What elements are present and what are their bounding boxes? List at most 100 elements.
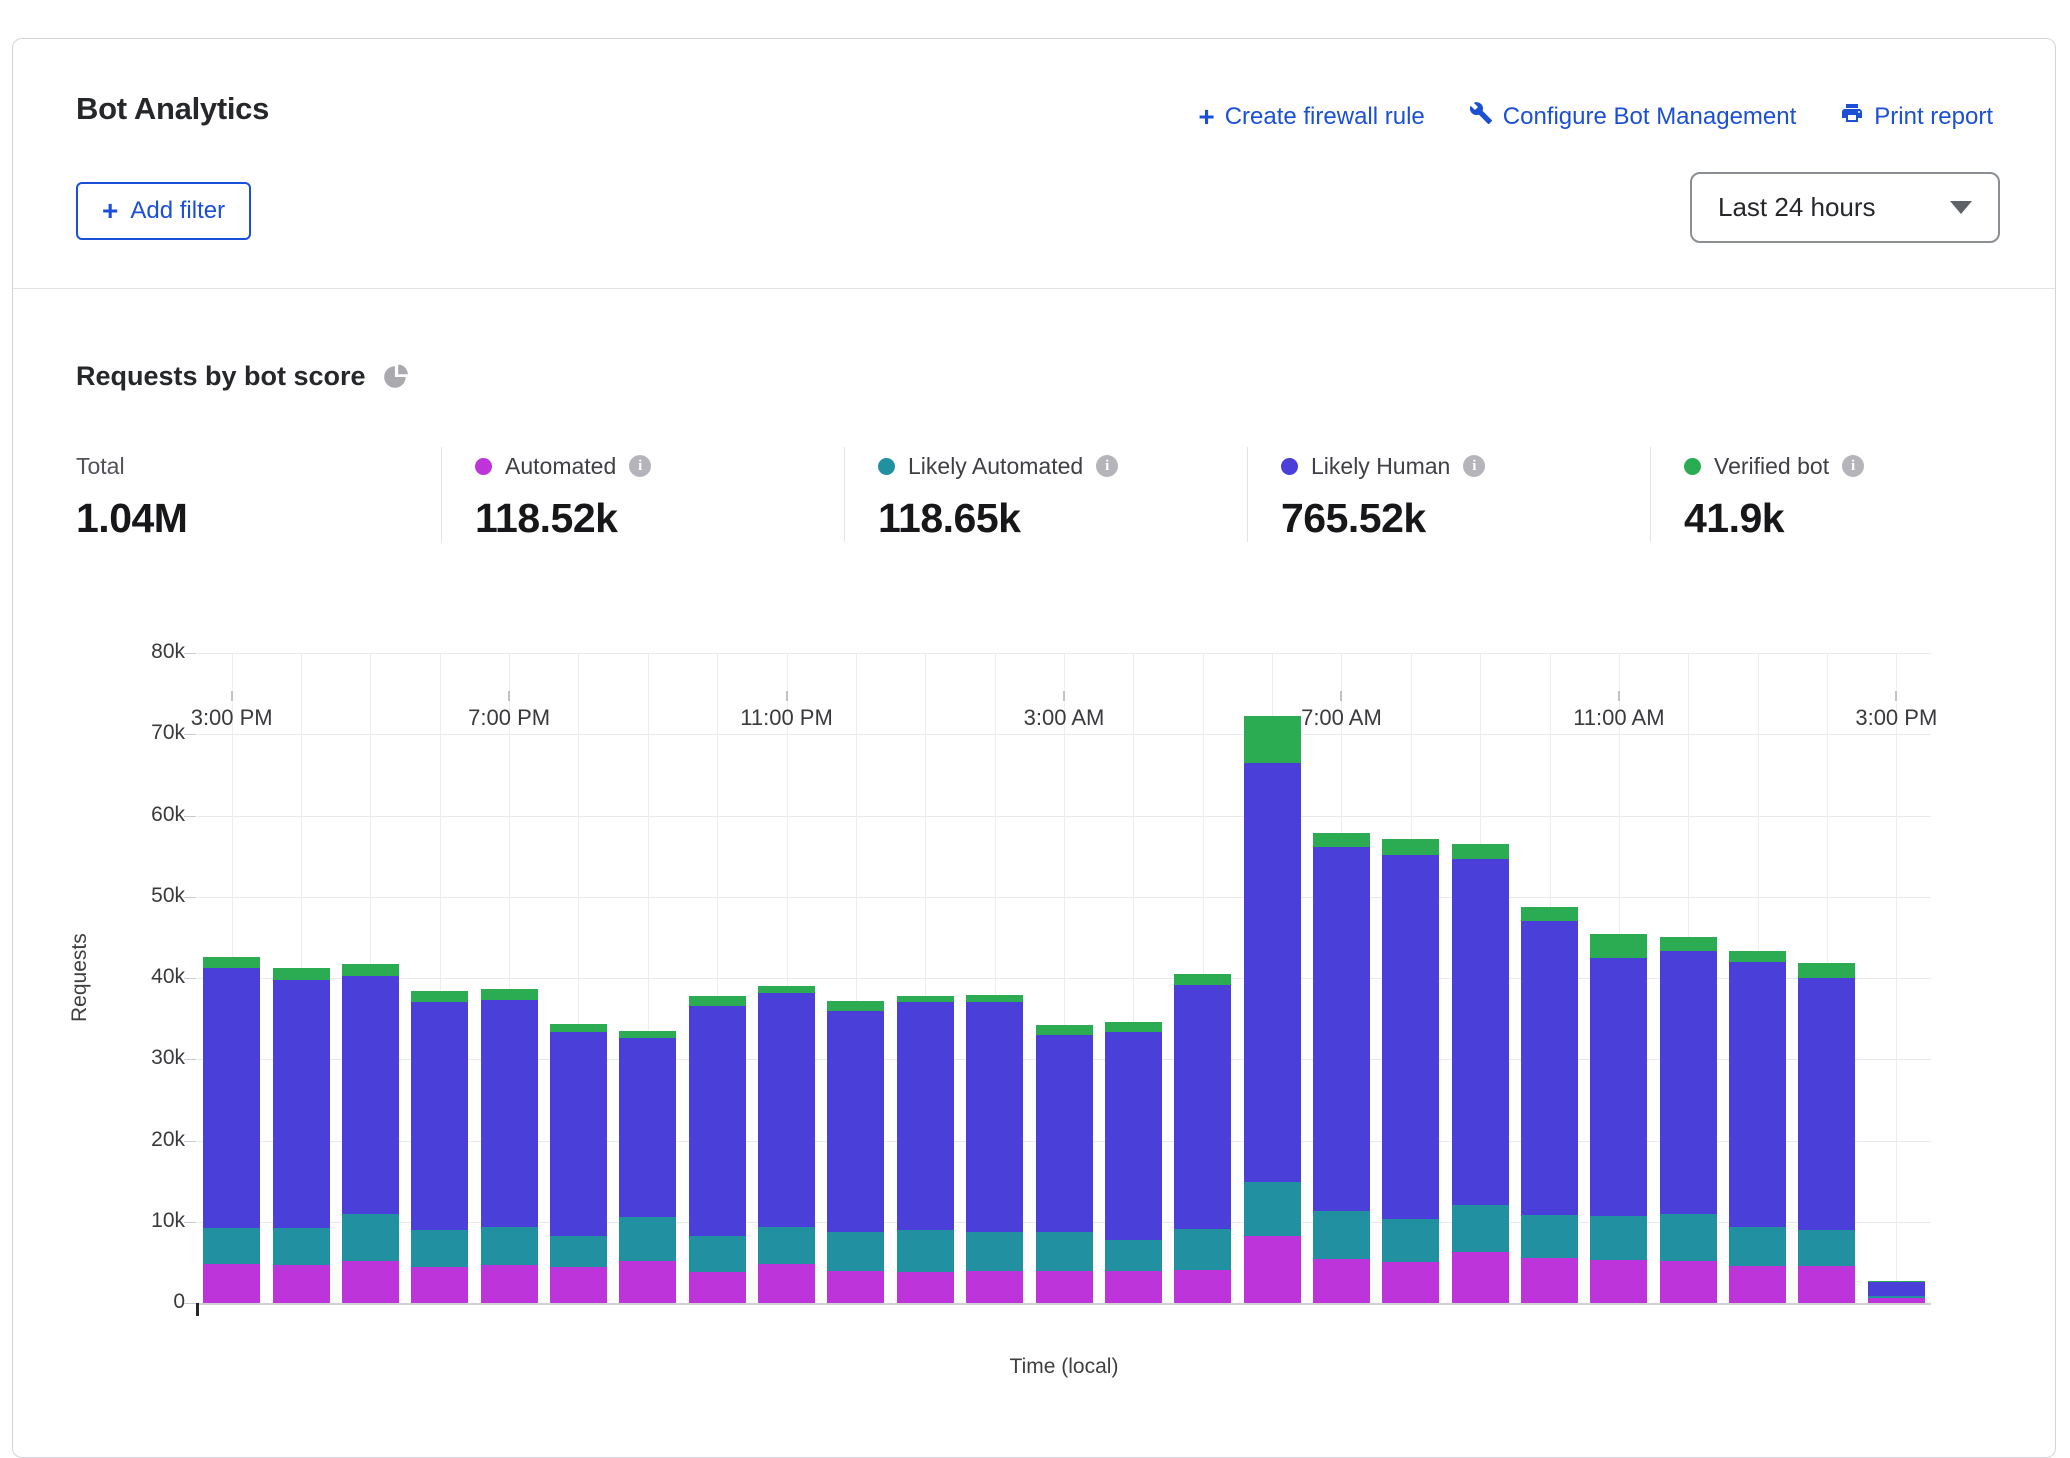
bar-segment[interactable]	[1382, 855, 1439, 1220]
bar-segment[interactable]	[1868, 1296, 1925, 1298]
bar-segment[interactable]	[342, 964, 399, 976]
bar-segment[interactable]	[1521, 907, 1578, 922]
stacked-bar[interactable]	[1798, 963, 1855, 1303]
bar-segment[interactable]	[966, 995, 1023, 1002]
stacked-bar[interactable]	[1729, 951, 1786, 1303]
bar-segment[interactable]	[1244, 1182, 1301, 1236]
bar-segment[interactable]	[1868, 1281, 1925, 1282]
stacked-bar[interactable]	[897, 996, 954, 1303]
bar-segment[interactable]	[1174, 974, 1231, 985]
bar-segment[interactable]	[550, 1024, 607, 1032]
bar-segment[interactable]	[1244, 763, 1301, 1182]
bar-segment[interactable]	[481, 989, 538, 1000]
stacked-bar[interactable]	[1590, 934, 1647, 1303]
bar-segment[interactable]	[1452, 1252, 1509, 1303]
bar-segment[interactable]	[1313, 1211, 1370, 1259]
bar-segment[interactable]	[689, 1006, 746, 1237]
bar-segment[interactable]	[342, 1214, 399, 1261]
bar-segment[interactable]	[1521, 1258, 1578, 1304]
stacked-bar[interactable]	[966, 995, 1023, 1303]
bar-segment[interactable]	[273, 1265, 330, 1303]
stacked-bar[interactable]	[1452, 844, 1509, 1303]
stacked-bar[interactable]	[481, 989, 538, 1303]
stacked-bar[interactable]	[1105, 1022, 1162, 1303]
bar-segment[interactable]	[758, 1264, 815, 1303]
bar-segment[interactable]	[481, 1000, 538, 1228]
bar-segment[interactable]	[1590, 958, 1647, 1216]
bar-segment[interactable]	[1452, 1205, 1509, 1252]
bar-segment[interactable]	[1729, 1266, 1786, 1303]
bar-segment[interactable]	[966, 1271, 1023, 1304]
bar-segment[interactable]	[1382, 1219, 1439, 1262]
bar-segment[interactable]	[1036, 1271, 1093, 1303]
stacked-bar[interactable]	[758, 986, 815, 1303]
bar-segment[interactable]	[897, 1002, 954, 1230]
stacked-bar[interactable]	[273, 968, 330, 1303]
bar-segment[interactable]	[1313, 833, 1370, 847]
bar-segment[interactable]	[758, 986, 815, 993]
bar-segment[interactable]	[689, 1272, 746, 1303]
stacked-bar[interactable]	[1382, 839, 1439, 1303]
bar-segment[interactable]	[1798, 963, 1855, 978]
bar-segment[interactable]	[827, 1271, 884, 1303]
bar-segment[interactable]	[1660, 1214, 1717, 1260]
bar-segment[interactable]	[897, 996, 954, 1003]
stacked-bar[interactable]	[411, 991, 468, 1303]
bar-segment[interactable]	[1660, 1261, 1717, 1303]
bar-segment[interactable]	[1382, 839, 1439, 854]
bar-segment[interactable]	[1174, 1270, 1231, 1303]
bar-segment[interactable]	[1729, 951, 1786, 962]
bar-segment[interactable]	[342, 1261, 399, 1303]
bar-segment[interactable]	[1868, 1282, 1925, 1296]
stacked-bar[interactable]	[689, 996, 746, 1303]
stacked-bar[interactable]	[1313, 833, 1370, 1303]
bar-segment[interactable]	[619, 1261, 676, 1303]
bar-segment[interactable]	[481, 1227, 538, 1264]
bar-segment[interactable]	[550, 1267, 607, 1303]
stacked-bar[interactable]	[1660, 937, 1717, 1303]
bar-segment[interactable]	[481, 1265, 538, 1303]
bar-segment[interactable]	[203, 968, 260, 1228]
stacked-bar[interactable]	[203, 957, 260, 1303]
stacked-bar[interactable]	[1244, 716, 1301, 1303]
bar-segment[interactable]	[1729, 1227, 1786, 1265]
bar-segment[interactable]	[273, 968, 330, 979]
bar-segment[interactable]	[1105, 1240, 1162, 1271]
bar-segment[interactable]	[1313, 1259, 1370, 1303]
bar-segment[interactable]	[550, 1236, 607, 1267]
bar-segment[interactable]	[411, 1267, 468, 1303]
bar-segment[interactable]	[758, 1227, 815, 1264]
bar-segment[interactable]	[966, 1232, 1023, 1270]
bar-segment[interactable]	[897, 1272, 954, 1303]
bar-segment[interactable]	[203, 1228, 260, 1264]
bar-segment[interactable]	[411, 1002, 468, 1230]
stacked-bar[interactable]	[1521, 907, 1578, 1304]
stacked-bar[interactable]	[550, 1024, 607, 1303]
bar-segment[interactable]	[1036, 1025, 1093, 1035]
bar-segment[interactable]	[1590, 934, 1647, 958]
bar-segment[interactable]	[966, 1002, 1023, 1232]
bar-segment[interactable]	[1452, 844, 1509, 859]
bar-segment[interactable]	[1798, 1266, 1855, 1303]
bar-segment[interactable]	[203, 957, 260, 968]
stacked-bar[interactable]	[342, 964, 399, 1303]
bar-segment[interactable]	[550, 1032, 607, 1236]
bar-segment[interactable]	[1105, 1271, 1162, 1304]
stacked-bar[interactable]	[1036, 1025, 1093, 1303]
bar-segment[interactable]	[827, 1232, 884, 1271]
bar-segment[interactable]	[1105, 1022, 1162, 1032]
bar-segment[interactable]	[1521, 921, 1578, 1215]
bar-segment[interactable]	[1660, 951, 1717, 1214]
bar-segment[interactable]	[619, 1038, 676, 1217]
bar-segment[interactable]	[273, 980, 330, 1229]
bar-segment[interactable]	[411, 1230, 468, 1267]
bar-segment[interactable]	[758, 993, 815, 1227]
bar-segment[interactable]	[1590, 1216, 1647, 1260]
bar-segment[interactable]	[619, 1217, 676, 1261]
bar-segment[interactable]	[689, 1236, 746, 1272]
bar-segment[interactable]	[1590, 1260, 1647, 1303]
bar-segment[interactable]	[1313, 847, 1370, 1211]
stacked-bar[interactable]	[619, 1031, 676, 1303]
bar-segment[interactable]	[1660, 937, 1717, 951]
bar-segment[interactable]	[1036, 1232, 1093, 1272]
